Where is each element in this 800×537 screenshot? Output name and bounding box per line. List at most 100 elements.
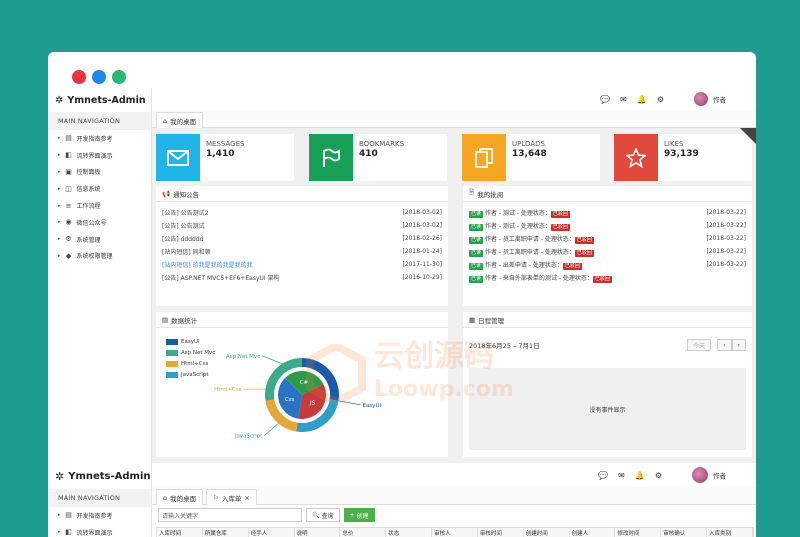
column-header[interactable]: 入库类别 <box>707 528 753 537</box>
prev-button[interactable]: ‹ <box>717 339 732 351</box>
close-icon[interactable]: × <box>244 494 249 502</box>
user-menu[interactable]: 作者 <box>694 92 726 106</box>
caret-icon: ▸ <box>58 219 61 226</box>
brand[interactable]: ✲ Ymnets-Admin <box>48 88 151 112</box>
notice-text[interactable]: [站内短信] 同和顿 <box>162 247 211 256</box>
sidebar-item[interactable]: ▸ ▤ 开发指南参考 <box>48 130 151 147</box>
read-tag: 已读 <box>469 236 484 244</box>
sidebar-item[interactable]: ▸ ▣ 控制面板 <box>48 164 151 181</box>
user-menu[interactable]: 作者 <box>692 467 726 483</box>
stat-messages[interactable]: MESSAGES 1,410 <box>156 134 294 181</box>
create-button[interactable]: + 创建 <box>343 508 375 522</box>
column-header[interactable]: 总价 <box>340 528 387 537</box>
sidebar-item[interactable]: ▸ ▤ 开发指南参考 <box>48 507 151 524</box>
approval-text[interactable]: 作者 - 出差申请 - 处理状态： <box>485 262 563 269</box>
notice-row[interactable]: [公告] dddddd [2018-02-26] <box>156 232 448 245</box>
sidebar-item[interactable]: ▸ ≡ 工作流程 <box>48 197 151 214</box>
sidebar-item-label: 开发指南参考 <box>76 512 113 520</box>
minimize-dot[interactable] <box>92 70 106 84</box>
approval-text[interactable]: 作者 - 测试 - 处理状态： <box>485 210 551 217</box>
approval-date: [2018-03-22] <box>706 248 746 255</box>
gears-icon[interactable]: ⚙ <box>657 95 664 104</box>
chat-icon[interactable]: 💬 <box>600 95 610 104</box>
approval-row[interactable]: 已读 作者 - 测试 - 处理状态： 已驳回 [2018-03-22] <box>463 219 752 232</box>
notice-text[interactable]: [站内短信] 的我是我的我是我的我 <box>162 260 253 269</box>
document-icon: 🗎 <box>469 188 475 196</box>
approval-date: [2018-03-22] <box>706 261 746 268</box>
next-button[interactable]: › <box>731 339 746 351</box>
brand[interactable]: ✲ Ymnets-Admin <box>48 463 151 489</box>
gears-icon[interactable]: ⚙ <box>655 471 662 480</box>
status-badge: 已驳回 <box>550 210 570 218</box>
approval-row[interactable]: 已读 作者 - 测试 - 处理状态： 已驳回 [2018-03-22] <box>463 206 752 219</box>
column-header[interactable]: 所属仓库 <box>203 528 249 537</box>
approval-text[interactable]: 作者 - 员工离职申请 - 处理状态： <box>485 236 575 243</box>
outer-label: JavaScript <box>234 434 263 440</box>
approval-row[interactable]: 已读 作者 - 员工离职申请 - 处理状态： 已驳回 [2018-03-22] <box>463 232 752 245</box>
avatar <box>692 467 708 483</box>
column-header[interactable]: 审核人 <box>432 528 478 537</box>
notice-text[interactable]: [公告] 公告测试2 <box>162 208 208 217</box>
tab-home[interactable]: ⌂ 我的桌面 <box>156 112 204 128</box>
column-header[interactable]: 说明 <box>295 528 341 537</box>
query-button[interactable]: 🔍 查询 <box>306 508 340 522</box>
corner-triangle <box>740 128 756 144</box>
stat-value: 1,410 <box>206 149 235 159</box>
approval-row[interactable]: 已读 作者 - 出差申请 - 处理状态： 已驳回 [2018-03-22] <box>463 258 752 271</box>
approval-text[interactable]: 作者 - 员工离职申请 - 处理状态： <box>485 249 575 256</box>
tab-stock-in[interactable]: ⚐ 入库单 × <box>206 489 257 505</box>
approval-text[interactable]: 作者 - 来自外部表单的测试 - 处理状态： <box>485 275 593 282</box>
notice-row[interactable]: [站内短信] 同和顿 [2018-01-24] <box>156 245 448 258</box>
sidebar-item[interactable]: ▸ ◉ 微信公众号 <box>48 214 151 231</box>
search-icon: 🔍 <box>312 511 320 519</box>
column-header[interactable]: 入库时间 <box>157 528 203 537</box>
column-header[interactable]: 创建人 <box>570 528 616 537</box>
notice-date: [2018-02-26] <box>402 235 442 242</box>
plus-icon: + <box>349 511 355 519</box>
approval-row[interactable]: 已读 作者 - 员工离职申请 - 处理状态： 已驳回 [2018-03-22] <box>463 245 752 258</box>
calendar-icon: ▦ <box>469 315 476 324</box>
notice-row[interactable]: [公告] 公告测试2 [2018-03-02] <box>156 206 448 219</box>
caret-icon: ▸ <box>58 236 61 243</box>
stat-uploads[interactable]: UPLOADS 13,648 <box>462 134 600 181</box>
nav-heading: MAIN NAVIGATION <box>48 112 151 130</box>
sidebar-item[interactable]: ▸ ◆ 系统权限管理 <box>48 248 151 265</box>
notice-row[interactable]: [站内短信] 的我是我的我是我的我 [2017-11-30] <box>156 258 448 271</box>
mail-icon[interactable]: ✉ <box>620 95 627 104</box>
sidebar-item[interactable]: ▸ ◧ 流转界面演示 <box>48 147 151 164</box>
status-badge: 已驳回 <box>550 223 570 231</box>
notice-row[interactable]: [公告] 公告测试 [2018-03-02] <box>156 219 448 232</box>
sidebar-item[interactable]: ▸ ◧ 流转界面演示 <box>48 524 151 537</box>
approval-row[interactable]: 已读 作者 - 来自外部表单的测试 - 处理状态： 已驳回 <box>463 271 752 284</box>
notice-text[interactable]: [公告] dddddd <box>162 234 203 243</box>
chat-icon[interactable]: 💬 <box>598 471 608 480</box>
user-name: 作者 <box>713 96 726 104</box>
search-input[interactable]: 请输入关键字 <box>158 508 302 522</box>
stat-likes[interactable]: LIKES 93,139 <box>614 134 752 181</box>
bell-icon[interactable]: 🔔 <box>635 471 645 480</box>
maximize-dot[interactable] <box>112 70 126 84</box>
notice-row[interactable]: [公告] ASP.NET MVC5+EF6+EasyUI 架构 [2016-10-… <box>156 271 448 284</box>
column-header[interactable]: 创建时间 <box>524 528 570 537</box>
tab-home[interactable]: ⌂ 我的桌面 <box>156 489 204 505</box>
notice-text[interactable]: [公告] ASP.NET MVC5+EF6+EasyUI 架构 <box>162 273 280 282</box>
column-header[interactable]: 审核时间 <box>478 528 524 537</box>
approval-text[interactable]: 作者 - 测试 - 处理状态： <box>485 223 551 230</box>
sidebar-item-label: 系统管理 <box>76 236 101 244</box>
sidebar-item[interactable]: ▸ ⚙ 系统管理 <box>48 231 151 248</box>
sidebar-item[interactable]: ▸ ◫ 信息系统 <box>48 180 151 197</box>
stat-bookmarks[interactable]: BOOKMARKS 410 <box>309 134 447 181</box>
status-badge: 已驳回 <box>574 249 594 257</box>
window-controls <box>72 70 126 84</box>
bell-icon[interactable]: 🔔 <box>637 95 647 104</box>
today-button[interactable]: 今天 <box>687 339 712 351</box>
mail-icon[interactable]: ✉ <box>618 471 625 480</box>
column-header[interactable]: 状态 <box>386 528 433 537</box>
close-dot[interactable] <box>72 70 86 84</box>
column-header[interactable]: 修改时间 <box>615 528 662 537</box>
book-icon: ▤ <box>65 134 72 143</box>
column-header[interactable]: 审核确认 <box>661 528 708 537</box>
stat-label: UPLOADS <box>512 140 546 148</box>
column-header[interactable]: 经手人 <box>249 528 295 537</box>
notice-text[interactable]: [公告] 公告测试 <box>162 221 205 230</box>
